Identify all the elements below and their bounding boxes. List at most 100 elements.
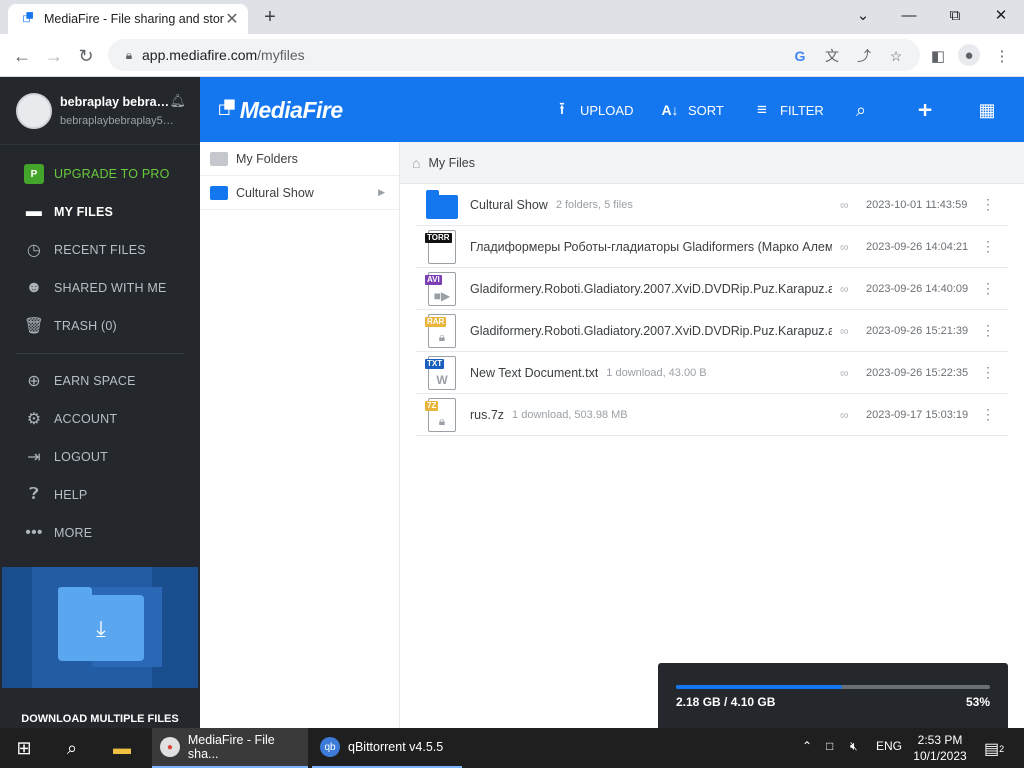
grid-view-icon[interactable]: ▦ bbox=[974, 97, 1000, 123]
promo-label[interactable]: DOWNLOAD MULTIPLE FILES bbox=[0, 713, 200, 725]
more-vertical-icon[interactable]: ⋮ bbox=[981, 322, 995, 339]
notifications-icon[interactable]: ▤ 2 bbox=[984, 739, 1004, 759]
folder-icon bbox=[426, 189, 458, 219]
forward-arrow-icon[interactable]: → bbox=[40, 42, 68, 70]
sidebar-item-label: LOGOUT bbox=[54, 450, 108, 464]
minimize-icon[interactable]: — bbox=[886, 0, 932, 30]
browser-tab-strip: ⮻ MediaFire - File sharing and storage ✕… bbox=[0, 0, 1024, 34]
sidebar-item-my-files[interactable]: ▬ MY FILES bbox=[0, 193, 200, 231]
close-window-icon[interactable]: ✕ bbox=[978, 0, 1024, 30]
sidebar-item-earn-space[interactable]: ⊕ EARN SPACE bbox=[0, 362, 200, 400]
windows-taskbar: ⊞ ⌕ ▬ ● MediaFire - File sha... qb qBitt… bbox=[0, 728, 1024, 768]
user-names: bebraplay bebraplay bebraplaybebraplay59… bbox=[60, 95, 176, 127]
tray-chevron-up-icon[interactable]: ⌃ bbox=[802, 739, 812, 753]
file-row[interactable]: 7Z 🔒︎ rus.7z 1 download, 503.98 MB ∞ 202… bbox=[416, 394, 1008, 436]
file-row[interactable]: RAR 🔒︎ Gladiformery.Roboti.Gladiatory.20… bbox=[416, 310, 1008, 352]
taskbar-clock[interactable]: 2:53 PM 10/1/2023 bbox=[900, 732, 980, 764]
more-vertical-icon[interactable]: ⋮ bbox=[981, 196, 995, 213]
file-date: 2023-09-26 14:04:21 bbox=[866, 240, 969, 253]
network-icon[interactable]: □ bbox=[826, 739, 833, 753]
tab-title: MediaFire - File sharing and storage bbox=[44, 12, 224, 26]
sidebar-item-trash[interactable]: 🗑︎ TRASH (0) bbox=[0, 307, 200, 345]
upload-progress-panel[interactable]: 2.18 GB / 4.10 GB 53% bbox=[658, 663, 1008, 728]
file-name[interactable]: Gladiformery.Roboti.Gladiatory.2007.XviD… bbox=[470, 282, 832, 296]
file-row[interactable]: Cultural Show 2 folders, 5 files ∞ 2023-… bbox=[416, 184, 1008, 226]
link-icon[interactable]: ∞ bbox=[840, 282, 849, 296]
upload-label: UPLOAD bbox=[580, 102, 634, 118]
bookmark-star-icon[interactable]: ☆ bbox=[884, 44, 908, 68]
more-vertical-icon[interactable]: ⋮ bbox=[981, 406, 995, 423]
volume-muted-icon[interactable]: 🔇︎ bbox=[850, 739, 858, 754]
reload-icon[interactable]: ↻ bbox=[72, 42, 100, 70]
restore-icon[interactable]: ⧉ bbox=[932, 0, 978, 30]
sort-label: SORT bbox=[688, 102, 724, 118]
taskbar-chrome[interactable]: ● MediaFire - File sha... bbox=[152, 728, 308, 768]
side-panel-icon[interactable]: ◧ bbox=[926, 44, 950, 68]
file-icon: TORR bbox=[425, 229, 456, 264]
search-icon[interactable]: ⌕ bbox=[848, 97, 874, 123]
translate-icon[interactable]: 文 bbox=[820, 44, 844, 68]
sidebar-item-more[interactable]: ••• MORE bbox=[0, 514, 200, 552]
link-icon[interactable]: ∞ bbox=[840, 408, 849, 422]
link-icon[interactable]: ∞ bbox=[840, 324, 849, 338]
new-folder-icon[interactable]: ➕︎ bbox=[912, 97, 938, 123]
tree-item-cultural-show[interactable]: Cultural Show ▶ bbox=[200, 176, 399, 210]
tree-item-my-folders[interactable]: My Folders bbox=[200, 142, 399, 176]
new-tab-icon[interactable]: + bbox=[258, 5, 282, 29]
sidebar-item-recent-files[interactable]: ◷ RECENT FILES bbox=[0, 231, 200, 269]
more-vertical-icon[interactable]: ⋮ bbox=[981, 238, 995, 255]
filter-button[interactable]: ≡ FILTER bbox=[752, 99, 824, 121]
tab-close-icon[interactable]: ✕ bbox=[224, 9, 240, 29]
profile-avatar-icon[interactable]: ● bbox=[958, 44, 980, 66]
expand-arrow-icon[interactable]: ▶ bbox=[378, 187, 385, 198]
taskbar-qbittorrent[interactable]: qb qBittorrent v4.5.5 bbox=[312, 728, 462, 768]
file-name[interactable]: New Text Document.txt bbox=[470, 366, 598, 380]
sidebar-item-account[interactable]: ⚙ ACCOUNT bbox=[0, 400, 200, 438]
file-row[interactable]: TXT W New Text Document.txt 1 download, … bbox=[416, 352, 1008, 394]
sidebar-item-label: HELP bbox=[54, 488, 88, 502]
url-bar[interactable]: 🔒︎ app.mediafire.com/myfiles G 文 ⤴ ☆ bbox=[108, 39, 920, 71]
file-name[interactable]: rus.7z bbox=[470, 408, 504, 422]
back-arrow-icon[interactable]: ← bbox=[8, 42, 36, 70]
google-icon[interactable]: G bbox=[788, 44, 812, 68]
share-icon[interactable]: ⤴ bbox=[852, 44, 876, 68]
archive-file-icon: 7Z 🔒︎ bbox=[425, 397, 456, 432]
sidebar-item-logout[interactable]: ⇥ LOGOUT bbox=[0, 438, 200, 476]
search-icon[interactable]: ⌕ bbox=[48, 728, 96, 768]
file-row[interactable]: TORR Гладиформеры Роботы-гладиаторы Glad… bbox=[416, 226, 1008, 268]
sidebar-item-help[interactable]: ❓︎ HELP bbox=[0, 476, 200, 514]
upload-button[interactable]: ⭱ UPLOAD bbox=[552, 99, 633, 121]
bell-icon[interactable]: 🔔︎ bbox=[169, 93, 186, 109]
link-icon[interactable]: ∞ bbox=[840, 198, 849, 212]
taskbar-chrome-label: MediaFire - File sha... bbox=[187, 733, 275, 761]
link-icon[interactable]: ∞ bbox=[840, 240, 849, 254]
file-name[interactable]: Гладиформеры Роботы-гладиаторы Gladiform… bbox=[470, 240, 832, 254]
mediafire-logo[interactable]: ⮻ MediaFire bbox=[218, 95, 343, 125]
sidebar-item-shared-with-me[interactable]: ☻ SHARED WITH ME bbox=[0, 269, 200, 307]
file-name[interactable]: Gladiformery.Roboti.Gladiatory.2007.XviD… bbox=[470, 324, 832, 338]
tab-search-chevron-icon[interactable]: ⌄ bbox=[840, 0, 886, 30]
language-indicator[interactable]: ENG bbox=[876, 739, 902, 753]
chrome-menu-icon[interactable]: ⋮ bbox=[990, 44, 1014, 68]
home-icon[interactable]: ⌂ bbox=[412, 155, 420, 171]
breadcrumb-label[interactable]: My Files bbox=[428, 156, 475, 170]
upload-size: 2.18 GB / 4.10 GB bbox=[676, 695, 776, 709]
url-text: app.mediafire.com/myfiles bbox=[142, 47, 305, 63]
logout-icon: ⇥ bbox=[27, 449, 41, 466]
user-profile[interactable]: bebraplay bebraplay bebraplaybebraplay59… bbox=[0, 77, 200, 145]
more-vertical-icon[interactable]: ⋮ bbox=[981, 280, 995, 297]
mediafire-favicon-icon: ⮻ bbox=[22, 9, 34, 25]
file-row[interactable]: AVI ■▶ Gladiformery.Roboti.Gladiatory.20… bbox=[416, 268, 1008, 310]
sidebar-item-upgrade[interactable]: P UPGRADE TO PRO bbox=[0, 155, 200, 193]
browser-tab[interactable]: ⮻ MediaFire - File sharing and storage ✕ bbox=[8, 4, 248, 34]
file-name[interactable]: Cultural Show bbox=[470, 198, 548, 212]
sort-button[interactable]: A↓ SORT bbox=[660, 99, 724, 121]
file-explorer-icon[interactable]: ▬ bbox=[98, 728, 146, 768]
more-vertical-icon[interactable]: ⋮ bbox=[981, 364, 995, 381]
upload-percent: 53% bbox=[965, 695, 990, 709]
link-icon[interactable]: ∞ bbox=[840, 366, 849, 380]
clock-date: 10/1/2023 bbox=[913, 749, 967, 763]
gear-icon: ⚙ bbox=[26, 411, 42, 428]
download-promo-banner[interactable]: ⤓ bbox=[2, 567, 198, 688]
windows-start-icon[interactable]: ⊞ bbox=[0, 728, 48, 768]
